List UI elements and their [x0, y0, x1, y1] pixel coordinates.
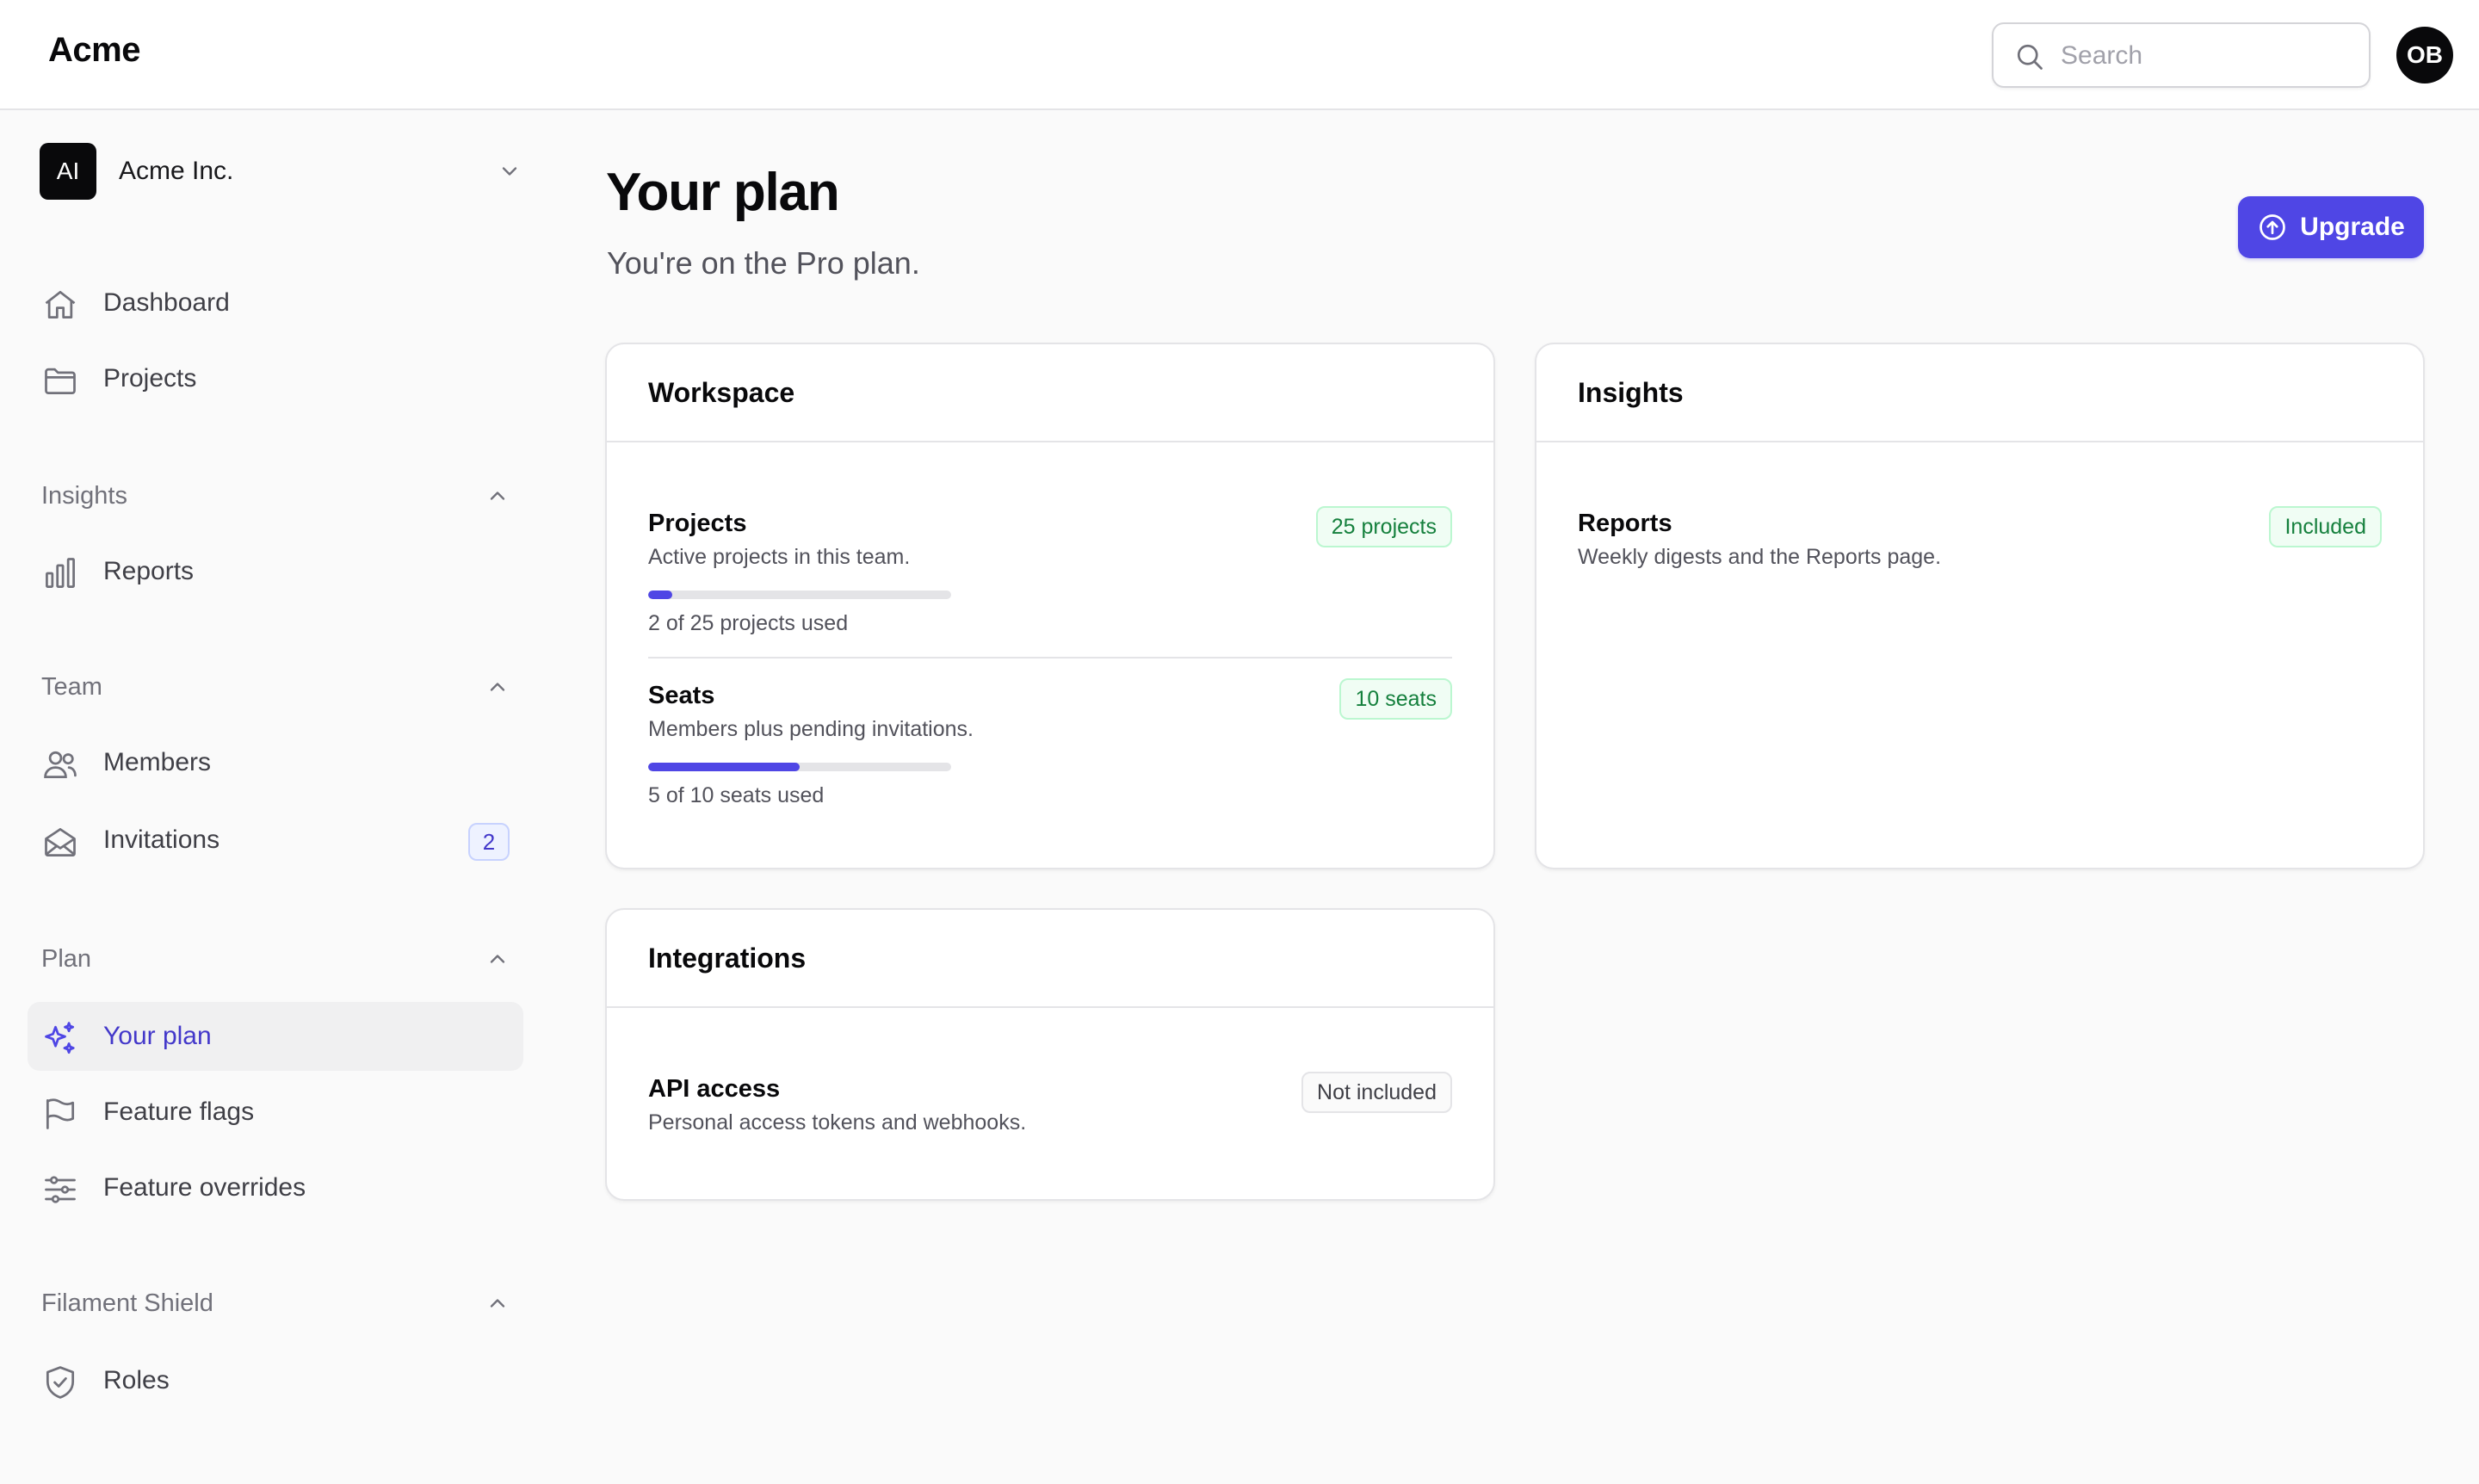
- search-icon: [2017, 44, 2043, 70]
- sidebar-group-filament-shield[interactable]: Filament Shield: [41, 1284, 510, 1322]
- sidebar-item-feature-overrides[interactable]: Feature overrides: [28, 1153, 523, 1222]
- upgrade-label: Upgrade: [2300, 213, 2405, 241]
- sidebar-item-label: Reports: [103, 557, 195, 585]
- card-title: Integrations: [607, 910, 1493, 1008]
- sidebar-item-label: Feature flags: [103, 1098, 255, 1126]
- page-title: Your plan: [606, 163, 840, 222]
- chevron-up-icon: [490, 1299, 505, 1308]
- not-included-badge: Not included: [1301, 1072, 1452, 1113]
- sidebar-item-roles[interactable]: Roles: [28, 1346, 523, 1415]
- brand-logo[interactable]: Acme: [48, 31, 140, 70]
- sidebar-item-label: Members: [103, 748, 212, 776]
- sidebar-group-plan[interactable]: Plan: [41, 940, 510, 978]
- user-avatar[interactable]: OB: [2396, 27, 2453, 83]
- sidebar-group-insights[interactable]: Insights: [41, 477, 510, 515]
- arrow-up-circle-icon: [2260, 214, 2286, 240]
- tenant-avatar: AI: [40, 143, 96, 200]
- limit-badge: 10 seats: [1339, 678, 1452, 720]
- chevron-up-icon: [490, 955, 505, 963]
- bar-chart-icon: [46, 558, 75, 588]
- feature-title: Seats: [648, 682, 715, 709]
- card-title: Workspace: [607, 344, 1493, 442]
- integrations-card: Integrations API access Personal access …: [605, 908, 1495, 1201]
- folder-icon: [45, 368, 76, 395]
- sidebar-item-label: Roles: [103, 1366, 170, 1394]
- upgrade-button[interactable]: Upgrade: [2238, 196, 2424, 258]
- sidebar-item-label: Your plan: [103, 1022, 212, 1050]
- chevron-up-icon: [490, 492, 505, 500]
- chevron-down-icon: [502, 167, 517, 176]
- sidebar-item-your-plan[interactable]: Your plan: [28, 1002, 523, 1071]
- shield-check-icon: [46, 1366, 75, 1399]
- usage-progress-bar: [648, 591, 951, 599]
- tenant-name: Acme Inc.: [119, 157, 234, 185]
- row-divider: [648, 657, 1452, 659]
- invitations-count-badge: 2: [468, 823, 510, 861]
- sidebar-item-invitations[interactable]: Invitations 2: [28, 806, 523, 875]
- sidebar-group-label: Filament Shield: [41, 1289, 213, 1317]
- feature-description: Members plus pending invitations.: [648, 717, 974, 741]
- chevron-up-icon: [490, 683, 505, 691]
- sparkles-icon: [45, 1022, 75, 1054]
- feature-description: Active projects in this team.: [648, 545, 911, 569]
- sidebar-item-members[interactable]: Members: [28, 728, 523, 797]
- feature-row-seats: Seats Members plus pending invitations. …: [648, 678, 1452, 808]
- top-bar: Acme OB: [0, 0, 2479, 110]
- usage-progress-fill: [648, 591, 673, 599]
- sidebar-item-dashboard[interactable]: Dashboard: [28, 269, 523, 337]
- sidebar-item-reports[interactable]: Reports: [28, 537, 523, 606]
- insights-card: Insights Reports Weekly digests and the …: [1535, 343, 2425, 869]
- sidebar-item-label: Dashboard: [103, 288, 230, 317]
- feature-description: Weekly digests and the Reports page.: [1578, 545, 1942, 569]
- envelope-icon: [45, 827, 76, 856]
- search-box[interactable]: [1992, 22, 2371, 88]
- users-icon: [44, 751, 77, 779]
- sidebar-item-projects[interactable]: Projects: [28, 344, 523, 413]
- tenant-switcher[interactable]: AI Acme Inc.: [40, 143, 522, 200]
- sliders-icon: [45, 1176, 76, 1203]
- included-badge: Included: [2269, 506, 2382, 547]
- sidebar: AI Acme Inc. Dashboard Projects Insights…: [0, 112, 551, 1484]
- sidebar-group-team[interactable]: Team: [41, 668, 510, 706]
- flag-icon: [46, 1098, 75, 1129]
- sidebar-item-label: Projects: [103, 364, 197, 393]
- workspace-card: Workspace Projects Active projects in th…: [605, 343, 1495, 869]
- feature-row-projects: Projects Active projects in this team. 2…: [648, 506, 1452, 636]
- usage-progress-fill: [648, 763, 800, 771]
- limit-badge: 25 projects: [1315, 506, 1452, 547]
- feature-title: Reports: [1578, 510, 1672, 537]
- feature-description: Personal access tokens and webhooks.: [648, 1110, 1027, 1135]
- sidebar-item-label: Feature overrides: [103, 1173, 306, 1202]
- feature-row-api-access: API access Personal access tokens and we…: [648, 1072, 1452, 1135]
- usage-text: 2 of 25 projects used: [648, 611, 849, 635]
- sidebar-group-label: Insights: [41, 481, 127, 510]
- feature-row-reports: Reports Weekly digests and the Reports p…: [1578, 506, 2382, 570]
- home-icon: [45, 290, 76, 319]
- usage-progress-bar: [648, 763, 951, 771]
- usage-text: 5 of 10 seats used: [648, 783, 825, 807]
- sidebar-group-label: Plan: [41, 944, 92, 973]
- search-input[interactable]: [2061, 36, 2353, 76]
- sidebar-group-label: Team: [41, 672, 102, 701]
- sidebar-item-label: Invitations: [103, 825, 220, 854]
- page-subtitle: You're on the Pro plan.: [607, 245, 920, 281]
- card-title: Insights: [1536, 344, 2423, 442]
- sidebar-item-feature-flags[interactable]: Feature flags: [28, 1078, 523, 1147]
